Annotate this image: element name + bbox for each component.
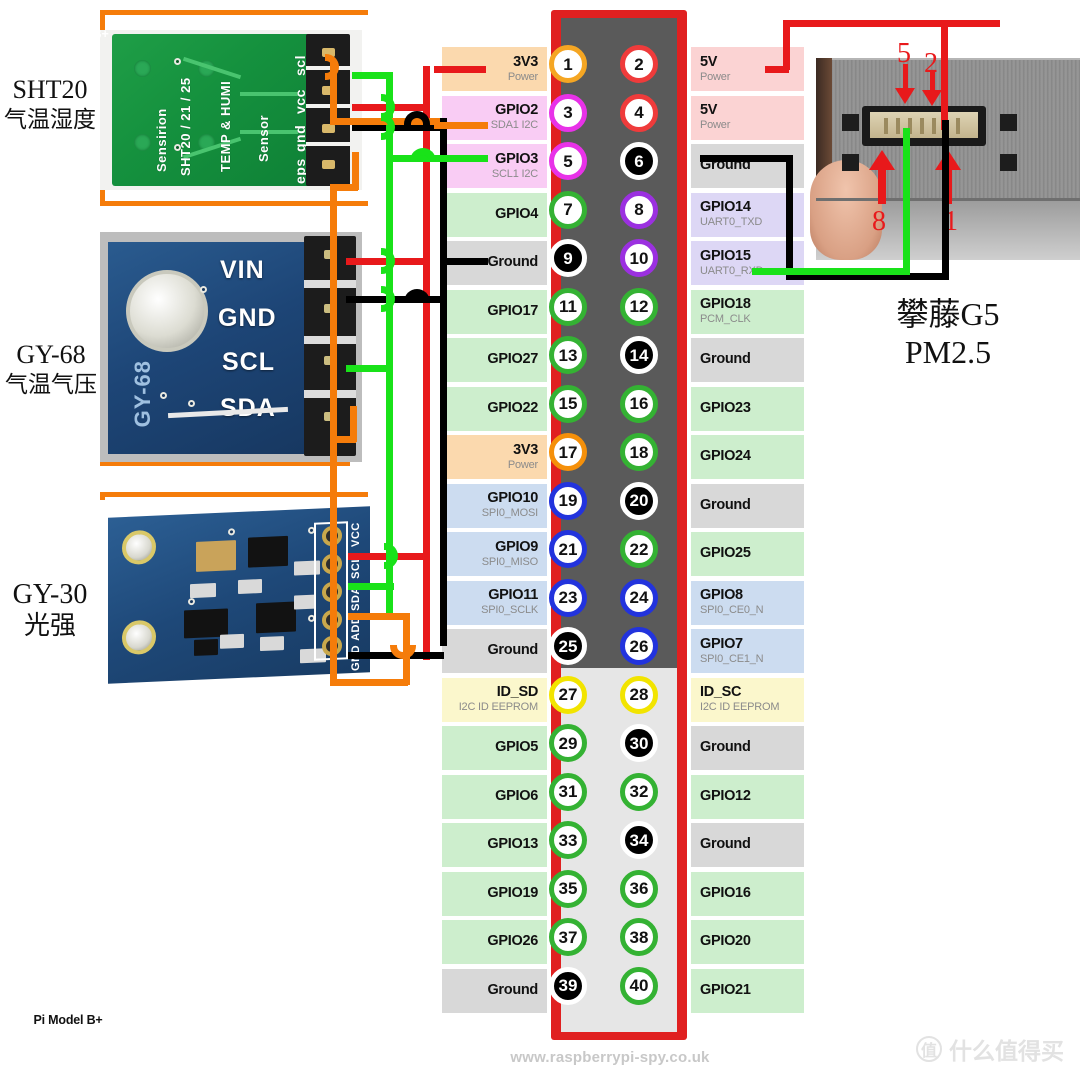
pin-circle-12[interactable]: 12 bbox=[620, 287, 658, 326]
pin-circle-14[interactable]: 14 bbox=[620, 336, 658, 374]
pin-circle-17[interactable]: 17 bbox=[549, 433, 587, 471]
wire-orange-gy30-bottom bbox=[330, 679, 408, 686]
pin-circle-11[interactable]: 11 bbox=[549, 287, 587, 326]
wire-orange-gpio2-stub bbox=[434, 122, 488, 129]
pin-circle-29[interactable]: 29 bbox=[549, 724, 587, 762]
pin-circle-22[interactable]: 22 bbox=[620, 530, 658, 568]
pin-circle-16[interactable]: 16 bbox=[620, 384, 658, 423]
wire-green-gpio3-stub bbox=[434, 155, 488, 162]
wire-black-gnd-stub bbox=[440, 258, 488, 265]
wire-red-5v-up bbox=[783, 20, 790, 70]
wire-orange-gy68-sda-v bbox=[350, 406, 357, 442]
pin-circle-30[interactable]: 30 bbox=[620, 724, 658, 762]
pin-circle-9[interactable]: 9 bbox=[549, 239, 587, 277]
wiring-diagram: Sensirion SHT20 / 21 / 25 TEMP & HUMI Se… bbox=[0, 0, 1080, 1080]
pin-circle-19[interactable]: 19 bbox=[549, 481, 587, 520]
pin-circle-3[interactable]: 3 bbox=[549, 93, 587, 132]
wire-orange-gy30-sda-h bbox=[348, 613, 408, 620]
wire-orange-down-1 bbox=[330, 184, 337, 442]
pin-circle-39[interactable]: 39 bbox=[549, 966, 587, 1005]
watermark-mark: 值 bbox=[916, 1036, 942, 1062]
pin-circle-35[interactable]: 35 bbox=[549, 869, 587, 908]
wire-green-gy68-scl bbox=[346, 365, 392, 372]
wire-orange-gy30-left bbox=[330, 440, 337, 684]
wire-black-pm25-v bbox=[786, 155, 793, 280]
pin-circle-6[interactable]: 6 bbox=[620, 142, 658, 180]
pin-circle-38[interactable]: 38 bbox=[620, 918, 658, 956]
wire-green-trunk bbox=[386, 72, 393, 618]
pin-circle-23[interactable]: 23 bbox=[549, 578, 587, 617]
watermark: 值 什么值得买 bbox=[916, 1032, 1064, 1066]
wire-black-sht20-gnd bbox=[352, 124, 444, 131]
pin-circle-32[interactable]: 32 bbox=[620, 772, 658, 811]
pin-circle-36[interactable]: 36 bbox=[620, 869, 658, 908]
wire-black-trunk bbox=[440, 118, 447, 646]
pin-circle-13[interactable]: 13 bbox=[549, 336, 587, 374]
pin-circle-8[interactable]: 8 bbox=[620, 190, 658, 229]
pin-circle-1[interactable]: 1 bbox=[549, 45, 587, 83]
wire-green-gpio15-stub bbox=[752, 268, 790, 275]
wire-green-pm25-h bbox=[790, 268, 910, 275]
watermark-text: 什么值得买 bbox=[949, 1038, 1064, 1064]
pin-circle-25[interactable]: 25 bbox=[549, 627, 587, 665]
pin-circle-28[interactable]: 28 bbox=[620, 675, 658, 714]
pin-circle-15[interactable]: 15 bbox=[549, 384, 587, 423]
pin-circle-10[interactable]: 10 bbox=[620, 239, 658, 277]
pin-circle-33[interactable]: 33 bbox=[549, 821, 587, 859]
wire-black-pm25-left bbox=[700, 155, 792, 162]
pin-circle-37[interactable]: 37 bbox=[549, 918, 587, 956]
pin-circle-27[interactable]: 27 bbox=[549, 675, 587, 714]
wire-black-pm25-up bbox=[942, 120, 949, 278]
pin-circle-4[interactable]: 4 bbox=[620, 93, 658, 132]
wire-green-gy30-jog bbox=[386, 555, 393, 589]
pin-circle-7[interactable]: 7 bbox=[549, 190, 587, 229]
wire-green-sht20-scl bbox=[352, 72, 392, 79]
pin-circle-5[interactable]: 5 bbox=[549, 142, 587, 180]
pin-circle-34[interactable]: 34 bbox=[620, 821, 658, 859]
pin-circle-grid: 1 2 3 4 5 6 7 8 9 10 11 12 13 14 15 16 17 18 19 20 21 22 23 24 2… bbox=[0, 0, 1080, 1080]
pin-circle-26[interactable]: 26 bbox=[620, 627, 658, 665]
pin-circle-24[interactable]: 24 bbox=[620, 578, 658, 617]
wire-green-pm25-up bbox=[903, 128, 910, 274]
wire-red-3v3-stub bbox=[434, 66, 486, 73]
pin-circle-2[interactable]: 2 bbox=[620, 45, 658, 83]
pin-circle-18[interactable]: 18 bbox=[620, 433, 658, 471]
pin-circle-20[interactable]: 20 bbox=[620, 481, 658, 520]
pin-circle-31[interactable]: 31 bbox=[549, 772, 587, 811]
wire-red-5v-to-conn bbox=[941, 20, 948, 130]
pin-circle-21[interactable]: 21 bbox=[549, 530, 587, 568]
source-url: www.raspberrypi-spy.co.uk bbox=[510, 1049, 710, 1066]
pin-circle-40[interactable]: 40 bbox=[620, 966, 658, 1005]
wire-red-5v-top bbox=[783, 20, 1000, 27]
